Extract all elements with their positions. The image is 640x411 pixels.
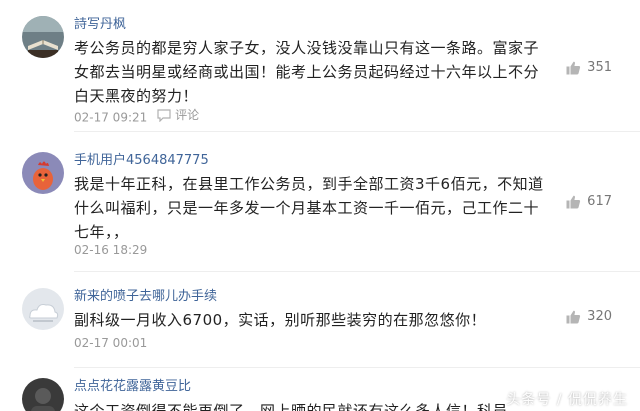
timestamp: 02-17 00:01 [74,336,148,350]
timestamp: 02-17 09:21 [74,110,148,125]
like-count: 617 [587,194,612,209]
reply-label: 评论 [175,108,200,122]
comment-text: 我是十年正科，在县里工作公务员，到手全部工资3千6佰元，不知道什么叫福利，只是一… [74,175,544,241]
rooster-avatar-icon [22,152,64,194]
timestamp: 02-16 18:29 [74,243,148,257]
comment-meta: 02-16 18:29 [74,242,147,258]
like-count: 351 [587,60,612,75]
comment-meta: 02-17 00:01 [74,335,147,351]
avatar[interactable] [22,152,64,194]
reply-button[interactable]: 评论 [157,107,199,123]
watermark: 头条号 / 侃侃养生 [506,392,628,408]
like-button[interactable]: 617 [566,194,612,209]
avatar[interactable] [22,16,64,58]
thumbs-up-icon [566,61,581,74]
book-avatar-icon [22,16,64,58]
like-count: 320 [587,309,612,324]
comment-item: 手机用户4564847775 我是十年正科，在县里工作公务员，到手全部工资3千6… [0,132,640,272]
username[interactable]: 手机用户4564847775 [74,153,209,169]
username[interactable]: 新来的喷子去哪儿办手续 [74,289,217,305]
comment-item: 詩写丹枫 考公务员的都是穷人家子女，没人没钱没靠山只有这一条路。富家子女都去当明… [0,0,640,132]
comment-bubble-icon [157,108,171,122]
avatar[interactable] [22,378,64,411]
username[interactable]: 点点花花露露黄豆比 [74,379,191,395]
avatar[interactable] [22,288,64,330]
comment-meta: 02-17 09:21 评论 [74,107,199,126]
comment-text: 副科级一月收入6700，实话，别听那些装穷的在那忽悠你！ [74,311,487,329]
comment-item: 新来的喷子去哪儿办手续 副科级一月收入6700，实话，别听那些装穷的在那忽悠你！… [0,272,640,368]
dark-avatar-icon [22,378,64,411]
comment-text: 考公务员的都是穷人家子女，没人没钱没靠山只有这一条路。富家子女都去当明星或经商或… [74,39,540,105]
username[interactable]: 詩写丹枫 [74,17,126,33]
like-button[interactable]: 351 [566,60,612,75]
like-button[interactable]: 320 [566,309,612,324]
cloud-avatar-icon [22,288,64,330]
thumbs-up-icon [566,310,581,323]
thumbs-up-icon [566,195,581,208]
